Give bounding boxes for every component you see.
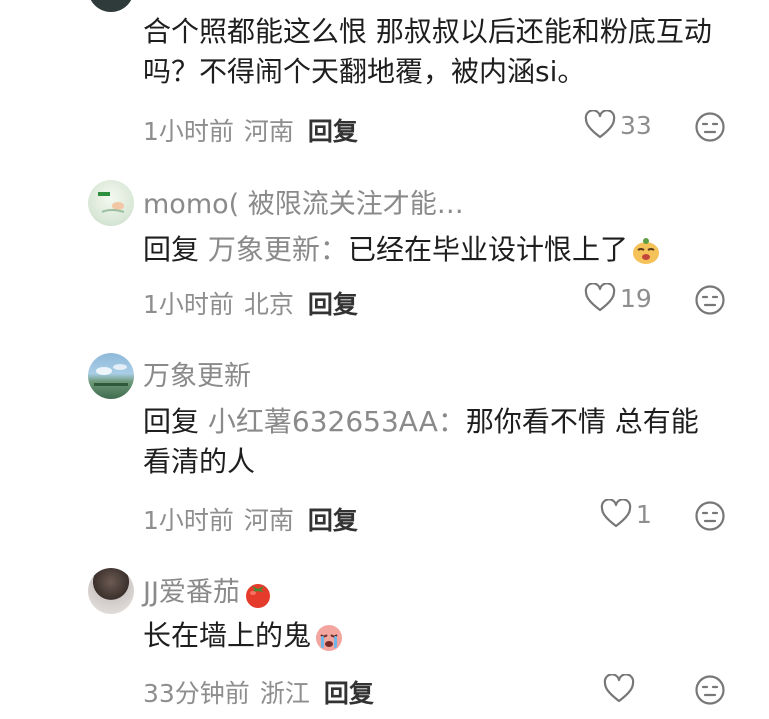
reply-target[interactable]: 万象更新： (208, 233, 348, 266)
comment-meta: 1小时前 河南 回复 (143, 112, 358, 148)
comment-location: 河南 (243, 506, 294, 535)
reply-button[interactable]: 回复 (308, 117, 358, 146)
comment-meta: 1小时前 北京 回复 (143, 285, 358, 321)
dislike-face-icon[interactable] (694, 500, 726, 532)
comment-meta: 1小时前 河南 回复 (143, 501, 358, 537)
comment-author-name[interactable]: JJ爱番茄 (143, 570, 274, 610)
dislike-face-icon[interactable] (694, 284, 726, 316)
avatar[interactable] (88, 180, 134, 226)
reply-prefix: 回复 (143, 233, 200, 266)
sly-dog-face-icon (632, 238, 659, 264)
like-count: 33 (620, 110, 652, 140)
comment-text: 回复 万象更新：已经在毕业设计恨上了 (143, 230, 743, 270)
comment-time: 1小时前 (143, 506, 234, 535)
tomato-icon (245, 583, 270, 608)
reply-prefix: 回复 (143, 405, 200, 438)
like-button[interactable]: 33 (584, 110, 652, 140)
comment-location: 北京 (243, 290, 294, 319)
comment-location: 浙江 (259, 679, 310, 708)
dislike-face-icon[interactable] (694, 674, 726, 706)
dislike-face-icon[interactable] (694, 111, 726, 143)
comment-time: 1小时前 (143, 117, 234, 146)
comment-author-name[interactable]: 万象更新 (143, 354, 251, 393)
heart-icon (584, 110, 616, 139)
reply-button[interactable]: 回复 (308, 506, 358, 535)
comment-author-name[interactable]: momo( 被限流关注才能… (143, 182, 464, 221)
avatar[interactable] (88, 0, 134, 12)
reply-button[interactable]: 回复 (308, 290, 358, 319)
comment-text: 回复 小红薯632653AA：那你看不情 总有能看清的人 (143, 402, 723, 482)
like-button[interactable] (603, 674, 639, 704)
avatar[interactable] (88, 353, 134, 399)
comment-body: 长在墙上的鬼 (143, 619, 312, 652)
reply-target[interactable]: 小红薯632653AA： (208, 405, 466, 438)
like-button[interactable]: 1 (600, 499, 652, 529)
comment-text: 合个照都能这么恨 那叔叔以后还能和粉底互动吗？不得闹个天翻地覆，被内涵si。 (143, 15, 712, 88)
comment-text: 长在墙上的鬼 (143, 616, 743, 656)
like-button[interactable]: 19 (584, 283, 652, 313)
like-count: 1 (636, 499, 652, 529)
heart-icon (600, 499, 632, 528)
heart-icon (584, 283, 616, 312)
comment-meta: 33分钟前 浙江 回复 (143, 674, 374, 710)
reply-button[interactable]: 回复 (324, 679, 374, 708)
crying-face-icon (316, 625, 343, 651)
comment-time: 1小时前 (143, 290, 234, 319)
avatar[interactable] (88, 568, 134, 614)
comment-body: 已经在毕业设计恨上了 (347, 233, 628, 266)
author-name-text: JJ爱番茄 (143, 577, 240, 608)
comment-location: 河南 (243, 117, 294, 146)
heart-icon (603, 674, 635, 703)
comment-time: 33分钟前 (143, 679, 250, 708)
like-count: 19 (620, 283, 652, 313)
